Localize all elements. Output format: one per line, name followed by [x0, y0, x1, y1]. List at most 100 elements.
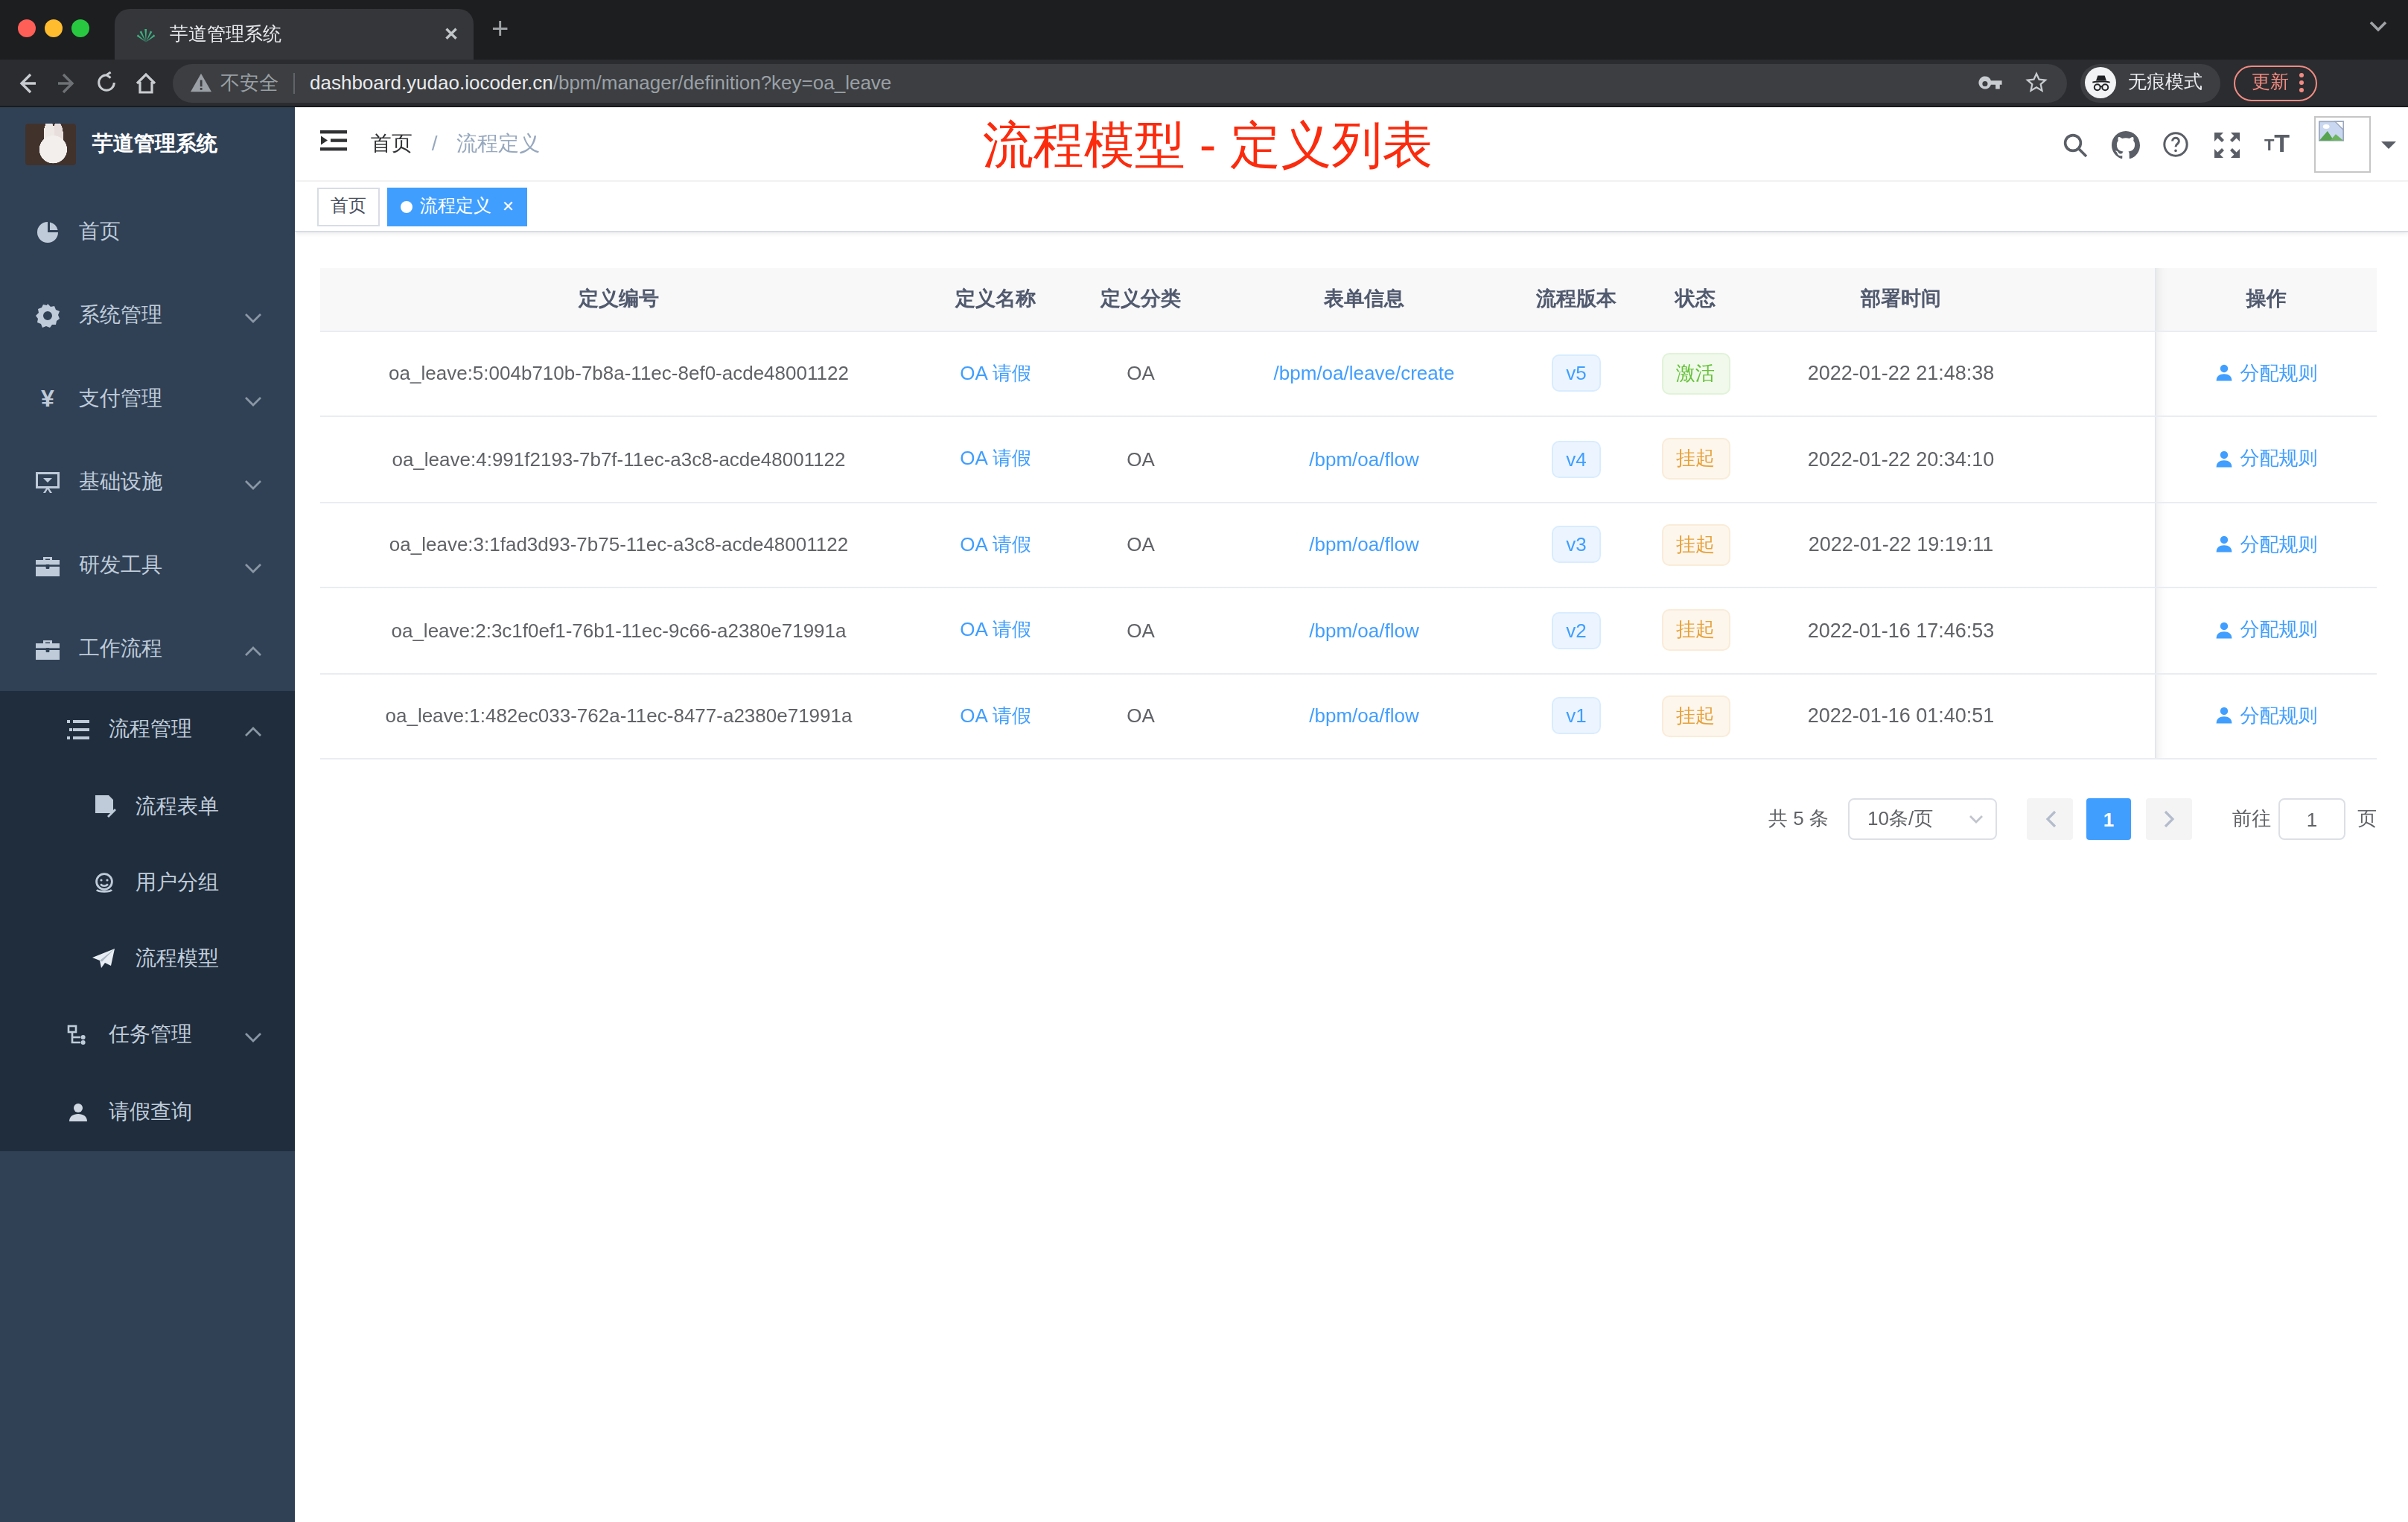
current-page-button[interactable]: 1	[2086, 798, 2131, 840]
sidebar-item-payment[interactable]: ¥ 支付管理	[0, 357, 295, 441]
close-window-button[interactable]	[18, 19, 36, 37]
sidebar-item-process-form[interactable]: 流程表单	[0, 768, 295, 844]
cell-form-link[interactable]: /bpm/oa/flow	[1208, 588, 1520, 673]
reload-button[interactable]	[95, 71, 118, 94]
fullscreen-icon[interactable]	[2201, 132, 2252, 157]
search-icon[interactable]	[2049, 132, 2100, 157]
cell-time: 2022-01-22 20:34:10	[1759, 416, 2043, 502]
address-bar[interactable]: 不安全 dashboard.yudao.iocoder.cn/bpm/manag…	[173, 63, 2067, 102]
assign-rule-link[interactable]: 分配规则	[2215, 531, 2318, 558]
paper-plane-icon	[92, 947, 116, 969]
cell-name-link[interactable]: OA 请假	[917, 502, 1074, 588]
col-header-id: 定义编号	[320, 268, 917, 331]
status-badge: 挂起	[1661, 524, 1730, 566]
cell-name-link[interactable]: OA 请假	[917, 673, 1074, 759]
page-content: 定义编号 定义名称 定义分类 表单信息 流程版本 状态 部署时间 操作 oa_l…	[295, 232, 2408, 1522]
next-page-button[interactable]	[2146, 798, 2192, 840]
minimize-window-button[interactable]	[45, 19, 63, 37]
monitor-icon	[36, 471, 60, 494]
cell-time: 2022-01-22 21:48:38	[1759, 331, 2043, 416]
avatar-dropdown-caret-icon[interactable]	[2381, 141, 2396, 156]
tab-title: 芋道管理系统	[170, 22, 444, 47]
logo-image	[25, 124, 76, 165]
password-key-icon[interactable]	[1978, 70, 2003, 95]
version-badge: v5	[1551, 355, 1601, 392]
browser-menu-icon[interactable]	[2299, 73, 2304, 92]
goto-label: 前往	[2232, 806, 2271, 832]
sidebar-item-infrastructure[interactable]: 基础设施	[0, 441, 295, 524]
assign-rule-link[interactable]: 分配规则	[2215, 445, 2318, 472]
forward-button[interactable]	[55, 71, 79, 95]
sidebar-item-home[interactable]: 首页	[0, 191, 295, 274]
assign-rule-link[interactable]: 分配规则	[2215, 617, 2318, 643]
assign-rule-link[interactable]: 分配规则	[2215, 360, 2318, 386]
tag-close-icon[interactable]: ✕	[502, 198, 515, 214]
tree-list-icon	[66, 719, 89, 740]
col-header-status: 状态	[1632, 268, 1759, 331]
cell-id: oa_leave:1:482ec033-762a-11ec-8477-a2380…	[320, 673, 917, 759]
sidebar-item-system[interactable]: 系统管理	[0, 274, 295, 357]
status-badge: 挂起	[1661, 439, 1730, 480]
tab-favicon	[136, 24, 156, 45]
cell-form-link[interactable]: /bpm/oa/leave/create	[1208, 331, 1520, 416]
font-size-icon[interactable]: TT	[2252, 130, 2302, 159]
page-size-select[interactable]: 10条/页	[1848, 798, 1997, 840]
sidebar-item-task-management[interactable]: 任务管理	[0, 996, 295, 1074]
chevron-down-icon	[244, 554, 262, 578]
browser-tabstrip: 芋道管理系统 ✕ +	[0, 0, 2408, 60]
avatar[interactable]	[2314, 116, 2371, 173]
back-button[interactable]	[15, 71, 39, 95]
new-tab-button[interactable]: +	[491, 12, 509, 46]
user-icon	[2215, 535, 2235, 554]
robot-face-icon	[92, 871, 116, 894]
hamburger-icon[interactable]	[295, 130, 347, 158]
browser-tab[interactable]: 芋道管理系统 ✕	[115, 9, 474, 60]
sidebar-item-leave-query[interactable]: 请假查询	[0, 1074, 295, 1151]
user-icon	[2215, 706, 2235, 725]
table-row: oa_leave:2:3c1f0ef1-76b1-11ec-9c66-a2380…	[320, 588, 2377, 673]
cell-name-link[interactable]: OA 请假	[917, 588, 1074, 673]
chevron-up-icon	[244, 637, 262, 661]
breadcrumb-home[interactable]: 首页	[371, 130, 413, 154]
tag-process-definition[interactable]: 流程定义 ✕	[387, 187, 528, 226]
document-edit-icon	[92, 795, 116, 818]
col-header-version: 流程版本	[1520, 268, 1632, 331]
assign-rule-link[interactable]: 分配规则	[2215, 702, 2318, 729]
help-icon[interactable]	[2150, 131, 2201, 158]
url-separator	[293, 72, 295, 93]
bookmark-star-icon[interactable]	[2024, 70, 2049, 95]
chrome-update-button[interactable]: 更新	[2234, 65, 2317, 101]
sidebar-item-user-group[interactable]: 用户分组	[0, 844, 295, 920]
broken-image-icon	[2319, 121, 2344, 141]
sidebar-logo[interactable]: 芋道管理系统	[0, 107, 295, 182]
yen-icon: ¥	[36, 386, 60, 413]
table-row: oa_leave:5:004b710b-7b8a-11ec-8ef0-acde4…	[320, 331, 2377, 416]
status-badge: 激活	[1661, 353, 1730, 395]
tag-home[interactable]: 首页	[317, 187, 380, 226]
sidebar-item-devtools[interactable]: 研发工具	[0, 524, 295, 608]
tab-close-icon[interactable]: ✕	[444, 24, 459, 45]
incognito-badge: 无痕模式	[2080, 63, 2220, 102]
sidebar-item-process-management[interactable]: 流程管理	[0, 691, 295, 768]
zoom-window-button[interactable]	[71, 19, 89, 37]
cell-id: oa_leave:4:991f2193-7b7f-11ec-a3c8-acde4…	[320, 416, 917, 502]
cell-name-link[interactable]: OA 请假	[917, 331, 1074, 416]
col-header-name: 定义名称	[917, 268, 1074, 331]
table-row: oa_leave:4:991f2193-7b7f-11ec-a3c8-acde4…	[320, 416, 2377, 502]
goto-page-input[interactable]: 1	[2278, 798, 2345, 840]
cell-form-link[interactable]: /bpm/oa/flow	[1208, 673, 1520, 759]
col-header-filler	[2043, 268, 2155, 331]
cell-form-link[interactable]: /bpm/oa/flow	[1208, 502, 1520, 588]
cell-name-link[interactable]: OA 请假	[917, 416, 1074, 502]
home-button[interactable]	[134, 71, 158, 95]
incognito-icon	[2085, 67, 2116, 98]
sidebar-item-workflow[interactable]: 工作流程	[0, 608, 295, 691]
col-header-actions: 操作	[2155, 268, 2377, 331]
cell-id: oa_leave:3:1fad3d93-7b75-11ec-a3c8-acde4…	[320, 502, 917, 588]
prev-page-button[interactable]	[2027, 798, 2073, 840]
github-icon[interactable]	[2100, 130, 2150, 159]
chevron-down-icon	[244, 471, 262, 494]
tab-search-chevron-icon[interactable]	[2369, 21, 2387, 33]
cell-form-link[interactable]: /bpm/oa/flow	[1208, 416, 1520, 502]
sidebar-item-process-model[interactable]: 流程模型	[0, 920, 295, 996]
